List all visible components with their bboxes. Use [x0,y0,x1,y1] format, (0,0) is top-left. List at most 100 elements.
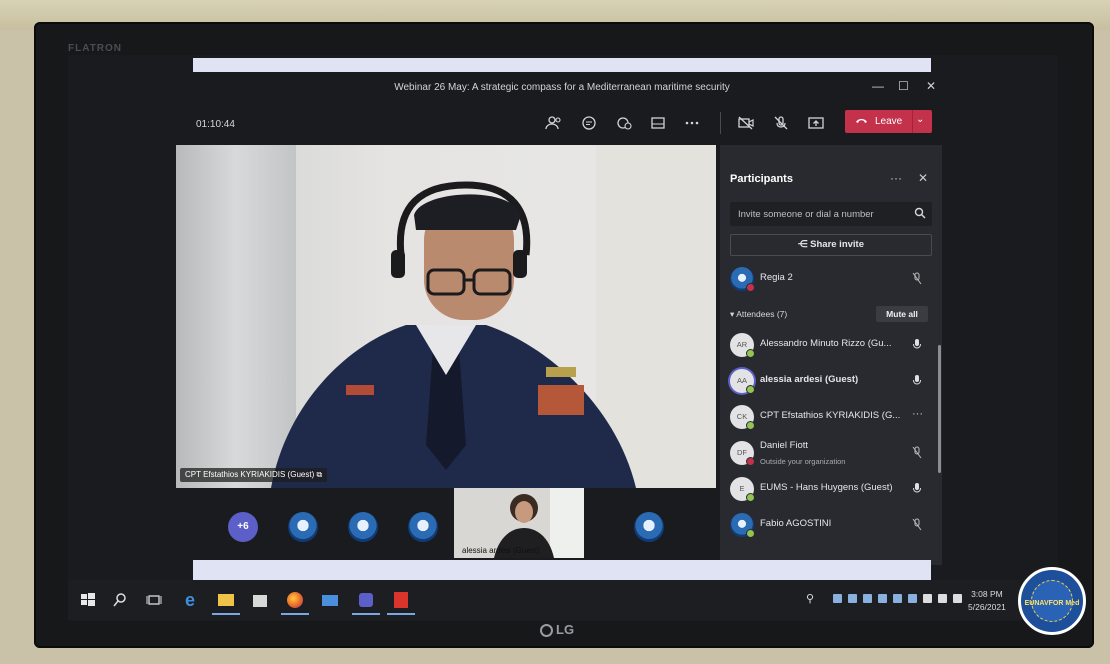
mute-all-button[interactable]: Mute all [876,306,928,322]
bluetooth-icon[interactable] [893,594,902,603]
mic-muted-icon[interactable] [912,518,922,531]
breakout-rooms-icon[interactable] [648,115,668,131]
tray-icon-1[interactable] [833,594,842,603]
participant-name: Regia 2 [760,272,793,283]
participant-name: alessia ardesi (Guest) [760,374,859,385]
mail-icon[interactable] [320,590,340,610]
mic-off-icon[interactable] [771,115,791,131]
network-icon[interactable] [938,594,947,603]
attendees-header[interactable]: ▾ Attendees (7) Mute all [720,305,942,323]
people-icon[interactable]: ⚲ [806,592,814,605]
status-dot [746,385,755,394]
mic-icon[interactable] [912,338,922,351]
participant-avatar-logo[interactable] [634,512,664,542]
participant-name: CPT Efstathios KYRIAKIDIS (G... [760,410,901,421]
search-icon[interactable] [110,590,130,610]
lg-circle-icon [540,624,553,637]
list-item[interactable]: E EUMS - Hans Huygens (Guest) [730,474,932,504]
participant-name: EUMS - Hans Huygens (Guest) [760,482,893,493]
close-window-icon[interactable]: ✕ [926,79,936,93]
windows-start-icon[interactable] [78,590,98,610]
mic-icon[interactable] [912,374,922,387]
list-item[interactable]: DF Daniel Fiott Outside your organizatio… [730,438,932,468]
share-icon: ⋲ [798,239,808,250]
more-actions-icon[interactable] [682,115,702,131]
tray-icon-5[interactable] [908,594,917,603]
tray-icon-4[interactable] [878,594,887,603]
eunavfor-watermark-logo: EUNAVFOR Med [1018,567,1086,635]
mic-icon[interactable] [912,482,922,495]
participant-name: Daniel Fiott [760,440,809,451]
mic-muted-icon[interactable] [912,272,922,285]
tray-icon-3[interactable] [863,594,872,603]
list-item[interactable]: Fabio AGOSTINI [730,510,932,540]
edge-browser-icon[interactable]: e [180,590,200,610]
status-dot [746,457,755,466]
leave-button[interactable]: Leave ⌄ [845,110,932,133]
maximize-icon[interactable]: ☐ [898,79,909,93]
participants-panel: Participants ··· ✕ Invite someone or dia… [720,145,942,565]
leave-separator [912,110,913,133]
minimize-icon[interactable]: — [872,79,884,93]
file-explorer-icon[interactable] [212,590,240,615]
participants-scrollbar[interactable] [938,345,941,473]
volume-icon[interactable] [953,594,962,603]
list-item[interactable]: AA alessia ardesi (Guest) [730,366,932,396]
panel-close-icon[interactable]: ✕ [918,171,928,185]
task-view-icon[interactable] [144,590,164,610]
main-video-name-label: CPT Efstathios KYRIAKIDIS (Guest) ⧉ [180,468,328,482]
organizer-row[interactable]: Regia 2 [730,264,932,294]
invite-input[interactable]: Invite someone or dial a number [730,202,932,226]
participant-subtitle: Outside your organization [760,457,846,466]
status-dot [746,421,755,430]
phone-hangup-icon [856,119,867,123]
participant-avatar-logo[interactable] [288,512,318,542]
tray-icon-2[interactable] [848,594,857,603]
battery-icon[interactable] [923,594,932,603]
pin-icon: ⧉ [316,470,323,479]
pdf-reader-icon[interactable] [387,590,415,615]
meeting-toolbar: 01:10:44 Leave ⌄ [178,103,946,143]
taskbar-clock[interactable]: 3:08 PM 5/26/2021 [968,588,1006,614]
overflow-participants-button[interactable]: +6 [228,512,258,542]
share-screen-icon[interactable] [806,115,826,131]
clock-date: 5/26/2021 [968,602,1006,612]
clock-time: 3:08 PM [971,589,1003,599]
store-icon[interactable] [250,590,270,610]
top-light-strip [193,58,931,72]
teams-icon[interactable] [352,590,380,615]
leave-label: Leave [875,116,903,127]
search-icon[interactable] [914,207,926,219]
reactions-icon[interactable] [614,115,634,131]
more-options-icon[interactable]: ··· [912,408,923,420]
camera-off-icon[interactable] [736,115,756,131]
participant-name: Fabio AGOSTINI [760,518,832,529]
participant-name: Alessandro Minuto Rizzo (Gu... [760,338,892,349]
main-video-feed: CPT Efstathios KYRIAKIDIS (Guest) ⧉ [176,145,716,488]
share-invite-button[interactable]: ⋲ Share invite [730,234,932,256]
status-dot [746,493,755,502]
bottom-light-strip [193,560,931,580]
status-dot [746,529,755,538]
list-item[interactable]: AR Alessandro Minuto Rizzo (Gu... [730,330,932,360]
monitor-maker-logo: LG [540,622,574,637]
self-video-tile[interactable]: alessia ardesi (Guest) [454,488,584,558]
self-video-label: alessia ardesi (Guest) [462,546,540,555]
list-item[interactable]: CK CPT Efstathios KYRIAKIDIS (G... ··· [730,402,932,432]
participant-avatar-logo[interactable] [408,512,438,542]
chat-icon[interactable] [579,115,599,131]
speaker-silhouette [271,181,636,488]
panel-more-icon[interactable]: ··· [890,171,902,185]
status-dot [746,349,755,358]
chevron-down-icon[interactable]: ⌄ [916,114,924,125]
mic-muted-icon[interactable] [912,446,922,459]
toolbar-divider [720,112,721,134]
meeting-timer: 01:10:44 [196,119,235,130]
participant-avatar-logo[interactable] [348,512,378,542]
monitor-brand-label: FLATRON [68,43,123,54]
firefox-icon[interactable] [281,590,309,615]
windows-taskbar: e ⚲ 3:08 PM 5/26/2021 [68,580,1058,620]
participants-icon[interactable] [544,115,564,131]
window-title: Webinar 26 May: A strategic compass for … [394,82,730,93]
participants-title: Participants [730,173,793,185]
